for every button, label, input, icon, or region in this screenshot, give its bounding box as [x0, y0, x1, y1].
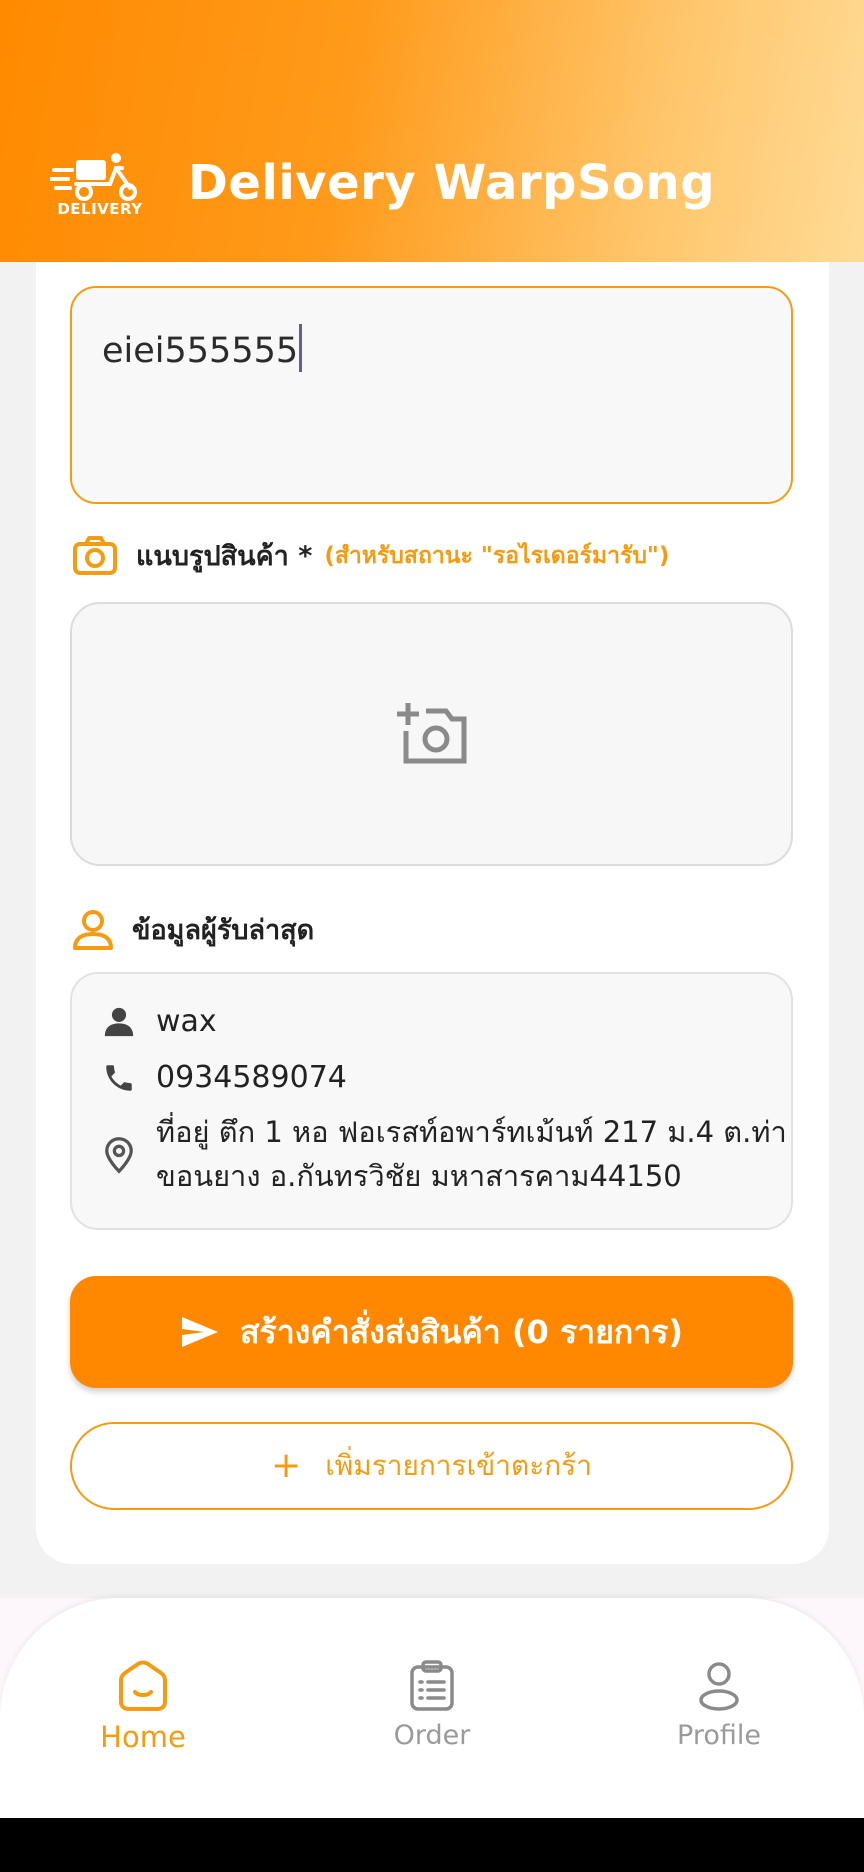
recipient-info-box: wax 0934589074 ที่อยู่ ตึก 1 หอ ฟอเรสท์อ… [70, 972, 793, 1230]
add-to-cart-button[interactable]: + เพิ่มรายการเข้าตะกร้า [70, 1422, 793, 1510]
nav-item-home[interactable]: Home [53, 1660, 233, 1754]
photo-section-header: แนบรูปสินค้า * (สำหรับสถานะ "รอไรเดอร์มา… [72, 534, 669, 577]
note-textarea-value: eiei555555 [102, 324, 303, 372]
send-icon [181, 1317, 218, 1347]
recipient-section-title: ข้อมูลผู้รับล่าสุด [132, 915, 315, 946]
scooter-delivery-logo [48, 153, 137, 201]
nav-label-profile: Profile [677, 1720, 761, 1751]
recipient-name-row: wax [102, 1004, 217, 1039]
person-icon [104, 1007, 134, 1036]
create-order-button[interactable]: สร้างคำสั่งส่งสินค้า (0 รายการ) [70, 1276, 793, 1388]
nav-item-order[interactable]: Order [342, 1660, 522, 1751]
recipient-section-header: ข้อมูลผู้รับล่าสุด [72, 908, 314, 951]
delivery-logo: DELIVERY [48, 148, 150, 224]
order-form-card: eiei555555 แนบรูปสินค้า * (สำหรับสถานะ "… [36, 262, 829, 1564]
camera-icon [73, 535, 117, 575]
recipient-phone: 0934589074 [156, 1060, 347, 1095]
app-header: DELIVERY Delivery WarpSong [0, 0, 864, 262]
app-title: Delivery WarpSong [188, 155, 716, 211]
text-caret [299, 324, 303, 372]
photo-upload-area[interactable] [70, 602, 793, 866]
photo-section-subtitle: (สำหรับสถานะ "รอไรเดอร์มารับ") [324, 542, 670, 569]
nav-label-order: Order [393, 1720, 471, 1751]
home-icon [119, 1660, 167, 1711]
phone-icon [106, 1064, 132, 1091]
location-pin-icon [105, 1137, 133, 1174]
add-to-cart-label: เพิ่มรายการเข้าตะกร้า [325, 1449, 592, 1482]
clipboard-list-icon [410, 1660, 454, 1711]
note-textarea[interactable]: eiei555555 [70, 286, 793, 504]
user-icon [699, 1662, 739, 1711]
recipient-address-row [102, 1136, 136, 1174]
note-text: eiei555555 [102, 331, 299, 371]
photo-section-title: แนบรูปสินค้า * [136, 541, 313, 572]
nav-label-home: Home [100, 1720, 186, 1754]
plus-icon: + [271, 1445, 302, 1486]
recipient-address: ที่อยู่ ตึก 1 หอ ฟอเรสท์อพาร์ทเม้นท์ 217… [156, 1115, 787, 1193]
recipient-phone-row: 0934589074 [102, 1060, 347, 1095]
recipient-name: wax [156, 1004, 217, 1039]
person-outline-icon [73, 909, 113, 950]
system-navigation-bar [0, 1818, 864, 1872]
bottom-nav: Home Order Profile [0, 1598, 864, 1818]
create-order-label: สร้างคำสั่งส่งสินค้า (0 รายการ) [239, 1312, 683, 1351]
add-photo-icon [396, 703, 466, 764]
nav-item-profile[interactable]: Profile [629, 1660, 809, 1751]
logo-text: DELIVERY [57, 200, 143, 218]
